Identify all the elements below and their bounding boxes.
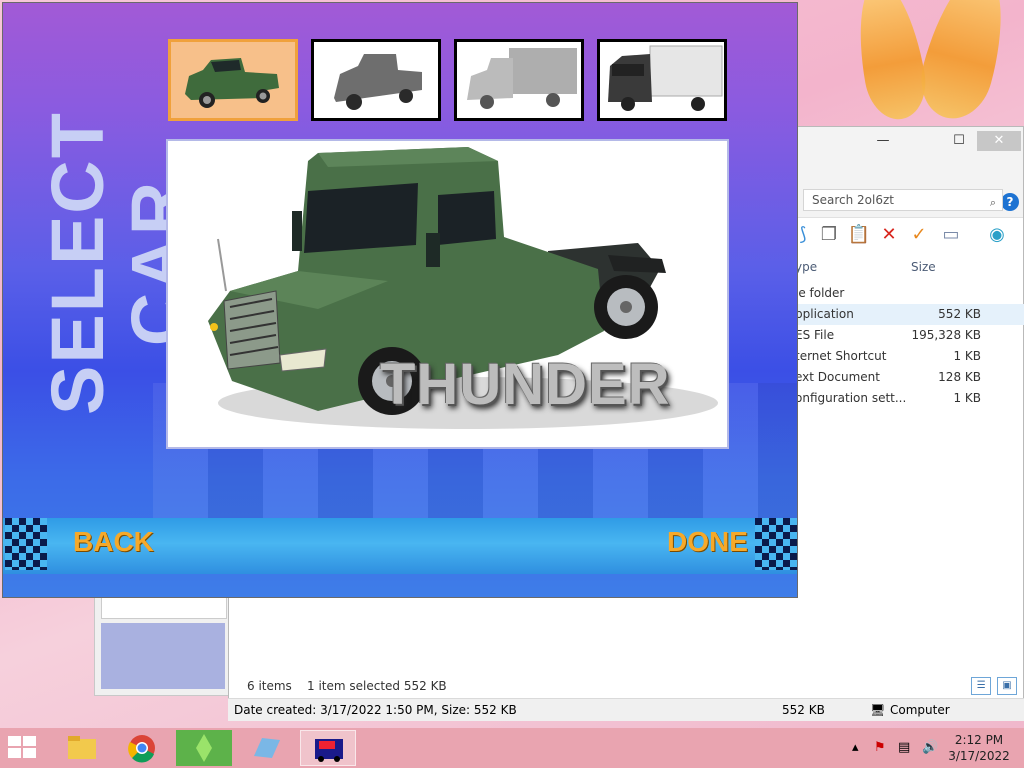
search-icon[interactable]: ⌕ [990,193,996,213]
file-list: le folder pplication 552 KB ES File 195,… [789,283,1024,409]
chevron-up-icon[interactable]: ▴ [852,740,859,755]
info-details: Date created: 3/17/2022 1:50 PM, Size: 5… [234,703,517,717]
sims-taskbar-button[interactable] [176,730,232,766]
locked-truck-icon [334,54,422,110]
file-row[interactable]: ES File 195,328 KB [789,325,1024,346]
select-car-heading: SELECT CAR [36,111,199,415]
details-info-bar: Date created: 3/17/2022 1:50 PM, Size: 5… [228,698,1024,721]
file-row[interactable]: onfiguration sett... 1 KB [789,388,1024,409]
game-window: SELECT CAR THUNDER BACK DONE [2,2,798,598]
folder-icon [68,736,96,759]
close-button[interactable]: ✕ [977,131,1021,151]
action-center-flag-icon[interactable]: ⚑ [874,740,886,755]
wallpaper-flame [911,0,1019,127]
properties-icon[interactable]: ▭ [939,223,963,247]
car-thumbnail-2[interactable] [311,39,441,121]
column-header-type[interactable]: ype [795,257,817,277]
search-placeholder: Search 2ol6zt [812,193,894,207]
file-row[interactable]: ext Document 128 KB [789,367,1024,388]
explorer-status-bar: 6 items 1 item selected 552 KB [229,675,1023,697]
info-size: 552 KB [782,703,825,717]
computer-icon: 🖥 [870,703,886,717]
paste-icon[interactable]: 📋 [847,223,871,247]
status-item-count: 6 items [247,679,292,693]
clock-date: 3/17/2022 [948,749,1010,763]
explorer-toolbar: ⟆ ❐ 📋 ✕ ✓ ▭ ◉ [789,221,1024,251]
file-row[interactable]: ternet Shortcut 1 KB [789,346,1024,367]
checkered-flag-right [755,518,797,570]
file-explorer-taskbar-button[interactable] [54,730,110,766]
search-input[interactable]: Search 2ol6zt ⌕ [803,189,1003,211]
car-thumbnail-4[interactable] [597,39,727,121]
taskbar-clock[interactable]: 2:12 PM 3/17/2022 [944,732,1014,764]
checkered-flag-left [5,518,47,570]
locked-truck-icon [467,48,577,109]
help-icon[interactable]: ? [1001,193,1019,211]
details-view-icon[interactable]: ☰ [971,677,992,695]
green-truck-icon [185,58,279,108]
windows-start-icon[interactable] [8,736,38,760]
volume-icon[interactable]: 🔊 [922,740,938,755]
copy-icon[interactable]: ❐ [817,223,841,247]
chrome-icon [128,735,155,763]
background-window [94,590,232,696]
column-header-size[interactable]: Size [911,257,936,277]
large-icons-view-icon[interactable]: ▣ [997,677,1017,695]
notepad-icon [254,738,280,758]
plumbob-icon [196,734,212,762]
clock-time: 2:12 PM [954,733,1004,747]
done-button[interactable]: DONE [667,526,748,558]
taskbar: ▴ ⚑ ▤ 🔊 2:12 PM 3/17/2022 [0,728,1024,768]
background-window-pane [101,623,225,689]
delete-icon[interactable]: ✕ [877,223,901,247]
car-preview: THUNDER [166,139,729,449]
checkmark-icon[interactable]: ✓ [907,223,931,247]
minimize-button[interactable]: — [869,131,897,151]
info-location: Computer [890,703,950,717]
car-thumbnail-3[interactable] [454,39,584,121]
wallpaper-flame [848,0,932,125]
globe-icon[interactable]: ◉ [985,223,1009,247]
back-button[interactable]: BACK [73,526,154,558]
truck-icon [315,739,343,762]
background-window-bar [101,595,227,619]
locked-truck-icon [608,45,723,111]
file-row[interactable]: le folder [789,283,1024,304]
status-selection: 1 item selected 552 KB [307,679,447,693]
car-thumbnail-1[interactable] [168,39,298,121]
car-name-label: THUNDER [380,352,671,417]
game-taskbar-button[interactable] [300,730,356,766]
view-toggle: ☰ ▣ [969,677,1017,695]
maximize-button[interactable]: ☐ [945,131,973,151]
notepad-taskbar-button[interactable] [238,730,294,766]
chrome-taskbar-button[interactable] [114,730,170,766]
file-row[interactable]: pplication 552 KB [789,304,1024,325]
network-icon[interactable]: ▤ [898,740,910,755]
